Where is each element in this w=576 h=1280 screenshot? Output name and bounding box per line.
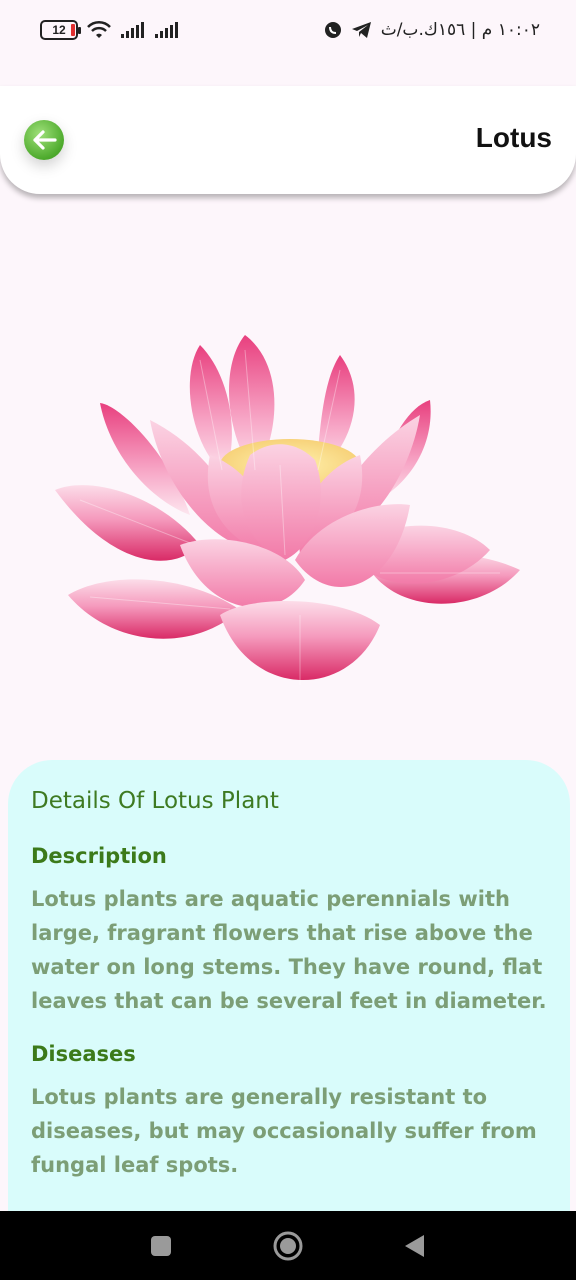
back-button[interactable] [24, 120, 64, 160]
signal-icon [121, 22, 144, 38]
arrow-left-icon [33, 130, 57, 150]
back-triangle-icon [405, 1235, 424, 1257]
app-header: Lotus [0, 86, 576, 194]
status-right: ١٠:٠٢ م | ١٥٦ك.ب/ث [323, 20, 540, 40]
wifi-icon [87, 20, 111, 38]
home-button[interactable] [272, 1230, 304, 1267]
details-title: Details Of Lotus Plant [31, 788, 279, 814]
description-text: Lotus plants are aquatic perennials with… [31, 887, 547, 1013]
battery-icon: 12 [40, 20, 81, 40]
diseases-text: Lotus plants are generally resistant to … [31, 1085, 537, 1177]
diseases-heading: Diseases [31, 1042, 136, 1066]
navigation-bar [0, 1211, 576, 1280]
recent-apps-button[interactable] [150, 1235, 172, 1262]
recent-apps-icon [151, 1236, 171, 1256]
description-heading: Description [31, 844, 167, 868]
status-bar: 12 ١٠:٠٢ م | ١٥٦ك.ب/ث [0, 0, 576, 64]
home-icon [273, 1231, 303, 1261]
details-card[interactable]: Details Of Lotus Plant Description Lotus… [8, 760, 570, 1230]
battery-level: 12 [52, 23, 66, 37]
status-time: ١٠:٠٢ م | ١٥٦ك.ب/ث [380, 20, 540, 40]
whatsapp-icon [324, 22, 341, 38]
telegram-icon [351, 22, 371, 38]
back-nav-button[interactable] [402, 1233, 426, 1264]
lotus-image [55, 335, 520, 685]
status-left-icons: 12 [40, 20, 180, 40]
page-title: Lotus [475, 122, 552, 153]
signal-icon-2 [155, 22, 178, 38]
